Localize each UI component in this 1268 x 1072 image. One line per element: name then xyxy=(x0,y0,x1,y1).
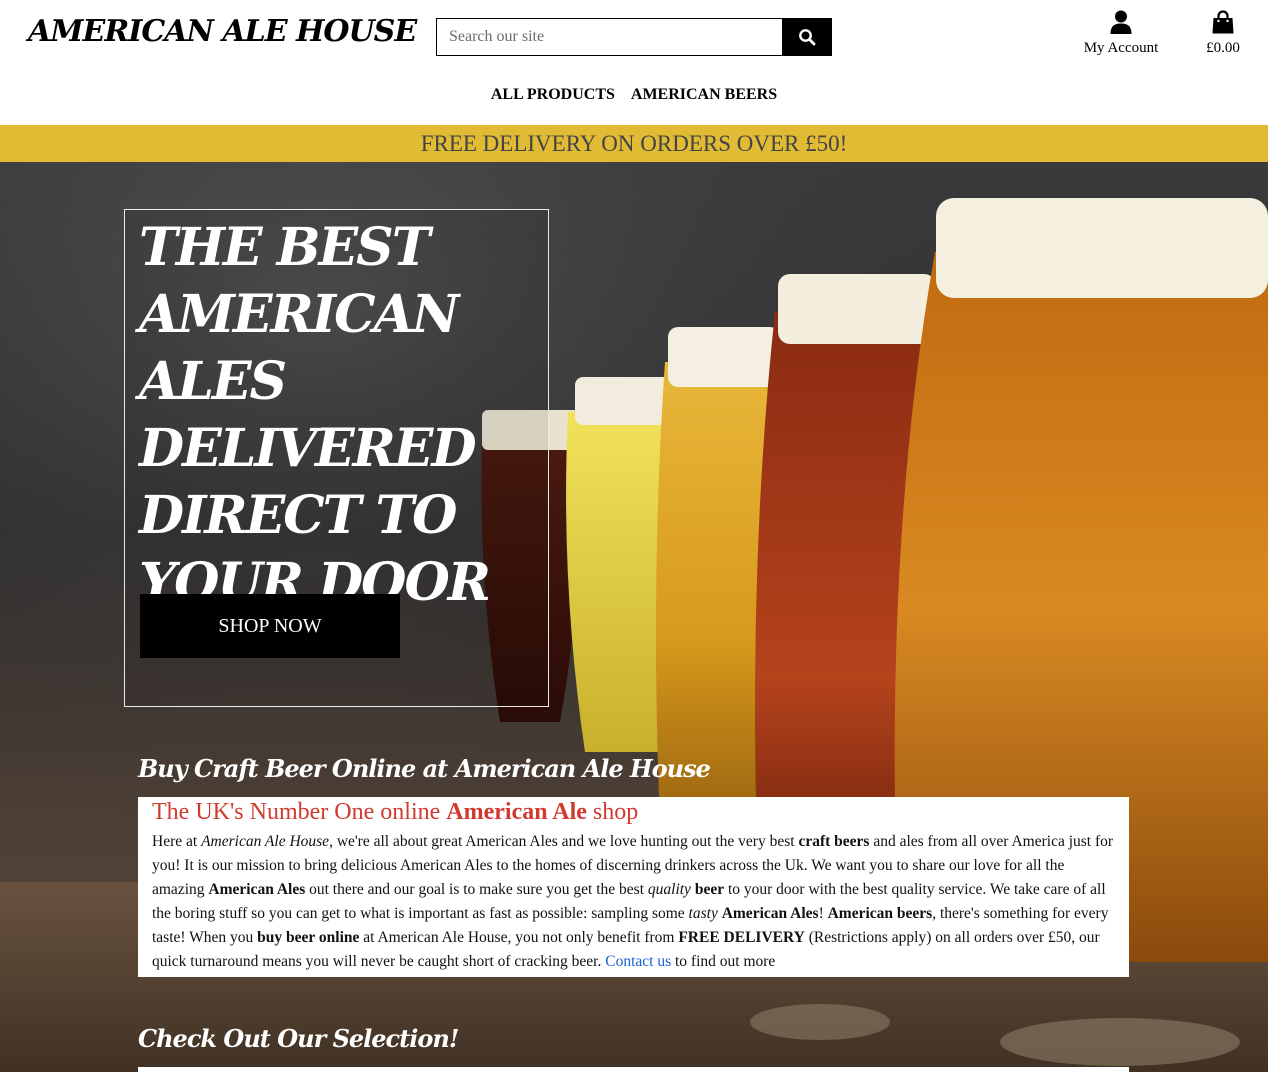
delivery-banner: FREE DELIVERY ON ORDERS OVER £50! xyxy=(0,125,1268,162)
intro-heading-bold: American Ale xyxy=(446,799,587,825)
selection-grid xyxy=(138,1067,1129,1072)
intro-section-title: Buy Craft Beer Online at American Ale Ho… xyxy=(138,754,711,783)
contact-us-link[interactable]: Contact us xyxy=(605,953,671,970)
nav-american-beers[interactable]: AMERICAN BEERS xyxy=(631,86,777,104)
shopping-bag-icon xyxy=(1212,10,1234,34)
my-account-label: My Account xyxy=(1083,40,1159,56)
search-form xyxy=(436,18,832,56)
search-icon xyxy=(799,29,816,46)
shop-now-button[interactable]: SHOP NOW xyxy=(140,594,400,658)
cart-link[interactable]: £0.00 xyxy=(1196,10,1250,57)
selection-section-title: Check Out Our Selection! xyxy=(138,1024,459,1053)
intro-heading-text: The UK's Number One online xyxy=(152,799,447,825)
intro-heading: The UK's Number One online American Ale … xyxy=(152,797,1115,827)
main-nav: ALL PRODUCTS AMERICAN BEERS xyxy=(0,86,1268,104)
search-input[interactable] xyxy=(436,18,782,56)
site-header: AMERICAN ALE HOUSE My Account xyxy=(0,0,1268,124)
site-logo[interactable]: AMERICAN ALE HOUSE xyxy=(28,14,417,49)
cart-total: £0.00 xyxy=(1206,40,1240,56)
my-account-link[interactable]: My Account xyxy=(1075,10,1167,57)
intro-card: The UK's Number One online American Ale … xyxy=(138,797,1129,977)
nav-all-products[interactable]: ALL PRODUCTS xyxy=(491,86,615,104)
hero-callout: THE BEST AMERICAN ALES DELIVERED DIRECT … xyxy=(124,209,549,707)
intro-heading-suffix: shop xyxy=(586,799,639,825)
hero-section: THE BEST AMERICAN ALES DELIVERED DIRECT … xyxy=(0,162,1268,1072)
hero-title: THE BEST AMERICAN ALES DELIVERED DIRECT … xyxy=(139,217,491,613)
search-button[interactable] xyxy=(782,18,832,56)
user-icon xyxy=(1110,10,1132,34)
intro-paragraph: Here at American Ale House, we're all ab… xyxy=(152,833,1114,970)
